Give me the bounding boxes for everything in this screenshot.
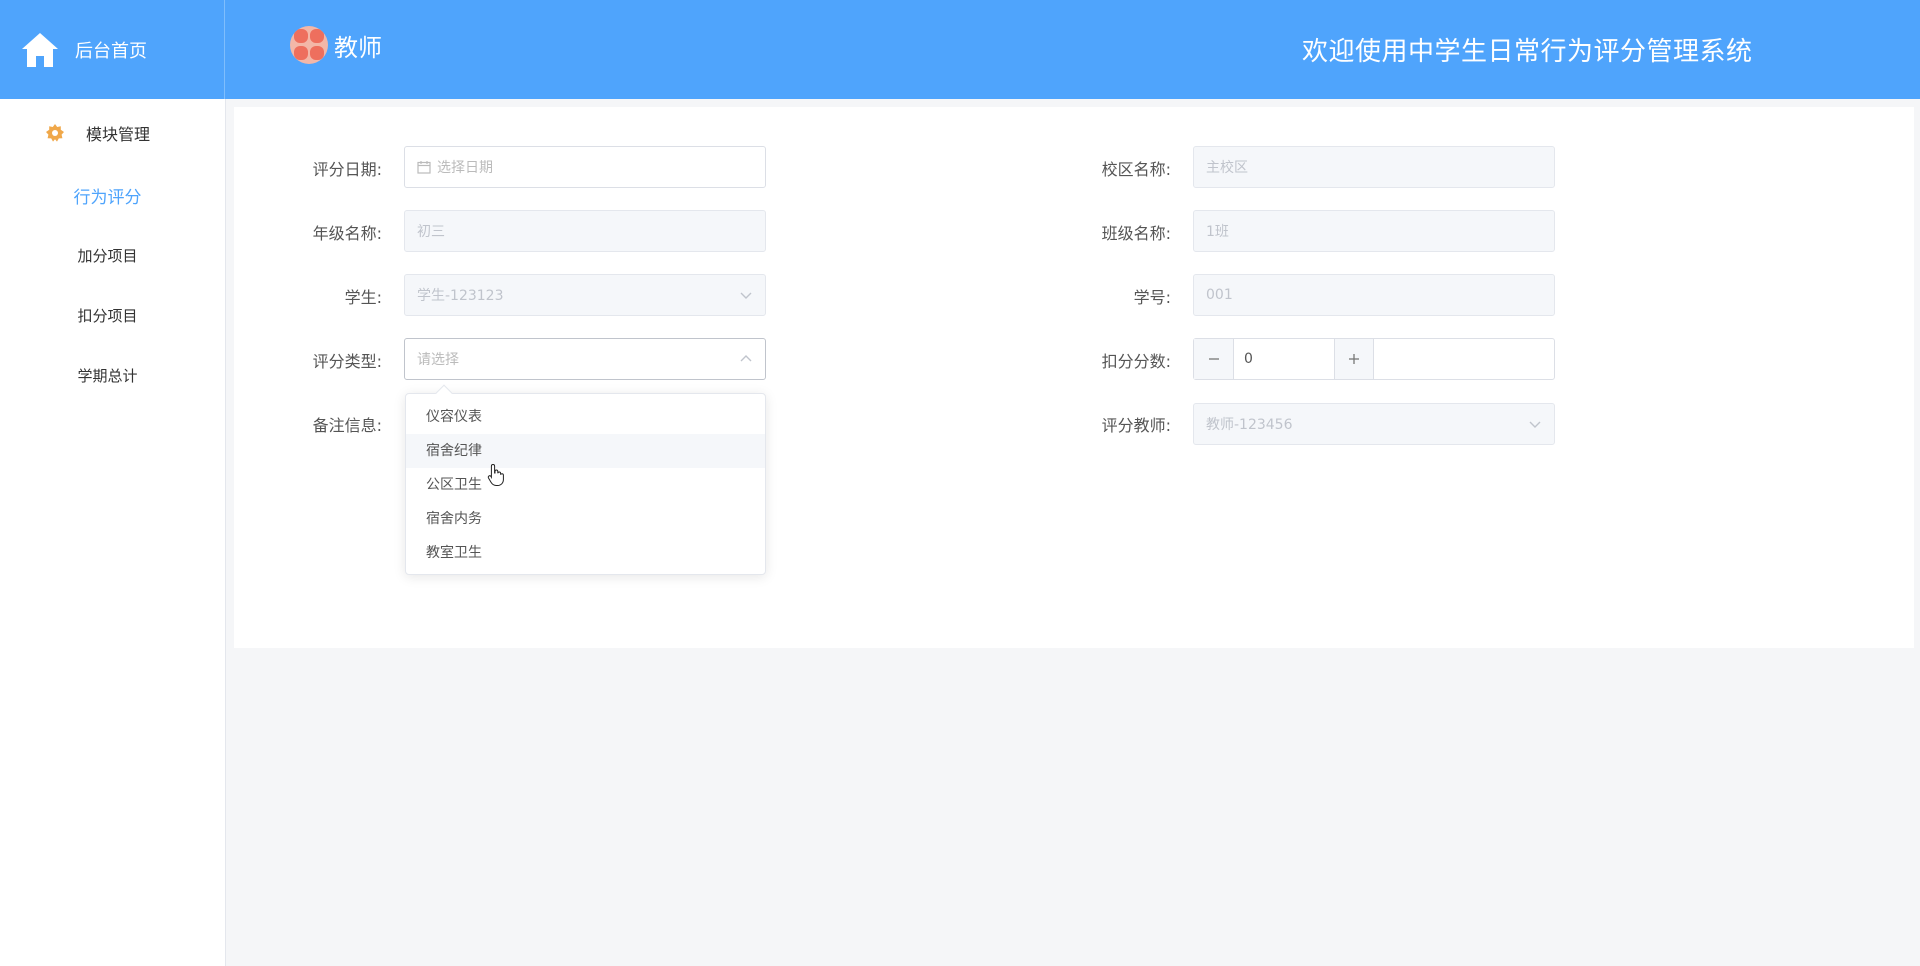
sidebar-item-deduction-items[interactable]: 扣分项目 bbox=[0, 305, 215, 326]
home-link[interactable]: 后台首页 bbox=[0, 0, 225, 99]
sidebar-item-semester-total[interactable]: 学期总计 bbox=[0, 365, 215, 386]
date-picker[interactable]: 选择日期 bbox=[404, 146, 766, 188]
grade-field[interactable]: 初三 bbox=[404, 210, 766, 252]
class-field[interactable]: 1班 bbox=[1193, 210, 1555, 252]
dropdown-option[interactable]: 宿舍内务 bbox=[406, 502, 765, 536]
chevron-down-icon bbox=[1529, 421, 1541, 428]
date-placeholder: 选择日期 bbox=[437, 160, 493, 176]
teacher-select[interactable]: 教师-123456 bbox=[1193, 403, 1555, 445]
sidebar-group-module-management[interactable]: 模块管理 bbox=[46, 121, 150, 145]
user-name: 教师 bbox=[334, 33, 382, 62]
plus-icon bbox=[1349, 354, 1359, 364]
badge-icon bbox=[46, 124, 64, 142]
deduct-stepper[interactable]: 0 bbox=[1193, 338, 1555, 380]
sidebar: 模块管理 行为评分 加分项目 扣分项目 学期总计 bbox=[0, 99, 226, 966]
campus-field[interactable]: 主校区 bbox=[1193, 146, 1555, 188]
deduct-label: 扣分分数: bbox=[1101, 352, 1171, 371]
grade-label: 年级名称: bbox=[312, 224, 382, 243]
student-select[interactable]: 学生-123123 bbox=[404, 274, 766, 316]
student-no-field[interactable]: 001 bbox=[1193, 274, 1555, 316]
dropdown-option[interactable]: 宿舍纪律 bbox=[406, 434, 765, 468]
sidebar-group-label: 模块管理 bbox=[86, 125, 151, 144]
top-header: 后台首页 教师 欢迎使用中学生日常行为评分管理系统 bbox=[0, 0, 1920, 99]
type-placeholder: 请选择 bbox=[417, 352, 459, 368]
campus-label: 校区名称: bbox=[1101, 160, 1171, 179]
student-value: 学生-123123 bbox=[417, 288, 504, 304]
type-dropdown-menu: 仪容仪表 宿舍纪律 公区卫生 宿舍内务 教室卫生 bbox=[405, 384, 766, 575]
system-title: 欢迎使用中学生日常行为评分管理系统 bbox=[1302, 37, 1753, 67]
class-label: 班级名称: bbox=[1101, 224, 1171, 243]
avatar bbox=[290, 26, 328, 64]
type-label: 评分类型: bbox=[312, 352, 382, 371]
increment-button[interactable] bbox=[1334, 339, 1374, 379]
student-label: 学生: bbox=[344, 288, 382, 307]
student-no-label: 学号: bbox=[1133, 288, 1171, 307]
home-icon bbox=[22, 32, 58, 67]
chevron-down-icon bbox=[740, 292, 752, 299]
minus-icon bbox=[1208, 358, 1219, 360]
deduct-value[interactable]: 0 bbox=[1234, 339, 1334, 379]
teacher-value: 教师-123456 bbox=[1206, 417, 1293, 433]
hand-cursor-icon bbox=[487, 463, 504, 486]
remark-label: 备注信息: bbox=[312, 416, 382, 435]
dropdown-option[interactable]: 仪容仪表 bbox=[406, 400, 765, 434]
home-label: 后台首页 bbox=[75, 40, 147, 62]
sidebar-item-behavior-score[interactable]: 行为评分 bbox=[0, 183, 215, 208]
dropdown-option[interactable]: 教室卫生 bbox=[406, 536, 765, 570]
chevron-up-icon bbox=[740, 355, 752, 362]
type-select[interactable]: 请选择 bbox=[404, 338, 766, 380]
teacher-label: 评分教师: bbox=[1101, 416, 1171, 435]
date-label: 评分日期: bbox=[312, 160, 382, 179]
calendar-icon bbox=[417, 161, 431, 174]
sidebar-item-bonus-items[interactable]: 加分项目 bbox=[0, 245, 215, 266]
dropdown-option[interactable]: 公区卫生 bbox=[406, 468, 765, 502]
decrement-button[interactable] bbox=[1194, 339, 1234, 379]
user-menu[interactable]: 教师 bbox=[290, 26, 382, 64]
